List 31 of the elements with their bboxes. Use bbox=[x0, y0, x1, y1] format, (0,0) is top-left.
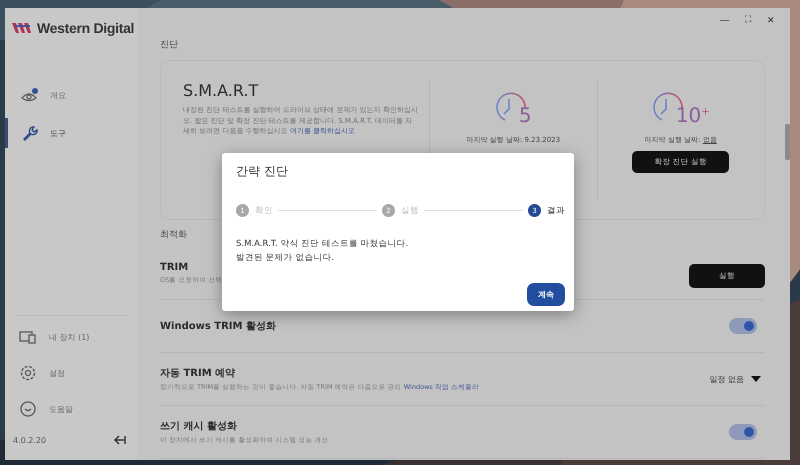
maximize-button[interactable]: ⛶ bbox=[742, 12, 754, 27]
continue-button[interactable]: 계속 bbox=[527, 283, 565, 306]
setting-title: 쓰기 캐시 활성화 bbox=[160, 420, 238, 433]
test-count: 10$^{+}$ bbox=[676, 105, 710, 125]
nav-item[interactable]: 도구 bbox=[5, 118, 137, 148]
message-text: 발견된 문제가 없습니다. bbox=[236, 252, 336, 266]
dialog-title: 간략 진단 bbox=[236, 163, 289, 180]
schedule-dropdown[interactable]: 일정 없음 bbox=[709, 374, 762, 384]
message-text: S.M.A.R.T. 약식 진단 테스트를 마쳤습니다. bbox=[236, 238, 410, 251]
nav-item[interactable]: 개요 bbox=[5, 80, 137, 110]
version-text: 4.0.2.20 bbox=[13, 436, 46, 444]
section-heading: 최적화 bbox=[160, 229, 188, 241]
minimize-button[interactable]: — bbox=[717, 12, 732, 27]
settings-icon bbox=[19, 364, 37, 382]
logo-text: Western Digital bbox=[37, 20, 134, 36]
toggle-switch[interactable] bbox=[729, 424, 757, 440]
collapse-icon bbox=[113, 434, 127, 446]
setting-title: TRIM bbox=[160, 262, 190, 272]
toggle-switch[interactable] bbox=[729, 318, 757, 334]
test-count: 5 bbox=[518, 105, 532, 125]
setting-title: Windows TRIM 활성화 bbox=[160, 320, 276, 333]
eye-icon bbox=[20, 86, 38, 104]
nav-item[interactable]: 내 장치 (1) bbox=[15, 322, 129, 352]
logo-icon bbox=[12, 21, 32, 35]
help-icon bbox=[19, 400, 37, 418]
scrollbar[interactable] bbox=[785, 124, 790, 160]
card-title: S.M.A.R.T bbox=[183, 81, 260, 100]
setting-title: 자동 TRIM 예약 bbox=[160, 367, 236, 380]
section-heading: 진단 bbox=[160, 39, 179, 51]
caret-icon bbox=[750, 375, 762, 383]
close-button[interactable]: ✕ bbox=[764, 12, 778, 27]
